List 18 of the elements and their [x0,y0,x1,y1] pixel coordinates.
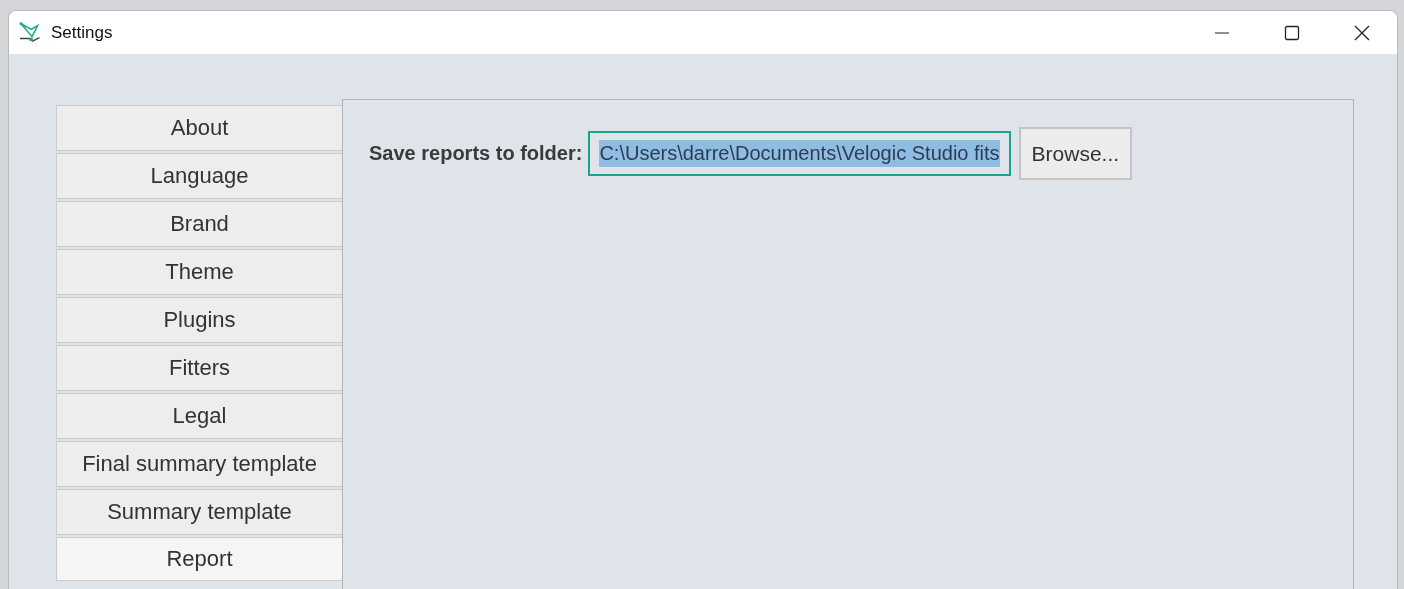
sidebar-item[interactable]: Legal [56,393,343,439]
sidebar-item[interactable]: About [56,105,343,151]
sidebar-item[interactable]: Plugins [56,297,343,343]
folder-path-text: C:\Users\darre\Documents\Velogic Studio fits [599,140,1000,167]
close-icon [1354,24,1370,41]
sidebar-item[interactable]: Language [56,153,343,199]
sidebar-item[interactable]: Brand [56,201,343,247]
folder-label: Save reports to folder: [369,142,583,165]
sidebar-item[interactable]: Final summary template [56,441,343,487]
minimize-icon [1214,31,1230,34]
folder-field[interactable]: C:\Users\darre\Documents\Velogic Studio fits [588,131,1011,176]
sidebar-item[interactable]: Theme [56,249,343,295]
sidebar-item[interactable]: Report [56,537,343,581]
window-title: Settings [51,22,113,43]
browse-button[interactable]: Browse... [1018,127,1133,180]
maximize-icon [1284,24,1300,41]
sidebar-item[interactable]: Fitters [56,345,343,391]
sidebar-item[interactable]: Summary template [56,489,343,535]
